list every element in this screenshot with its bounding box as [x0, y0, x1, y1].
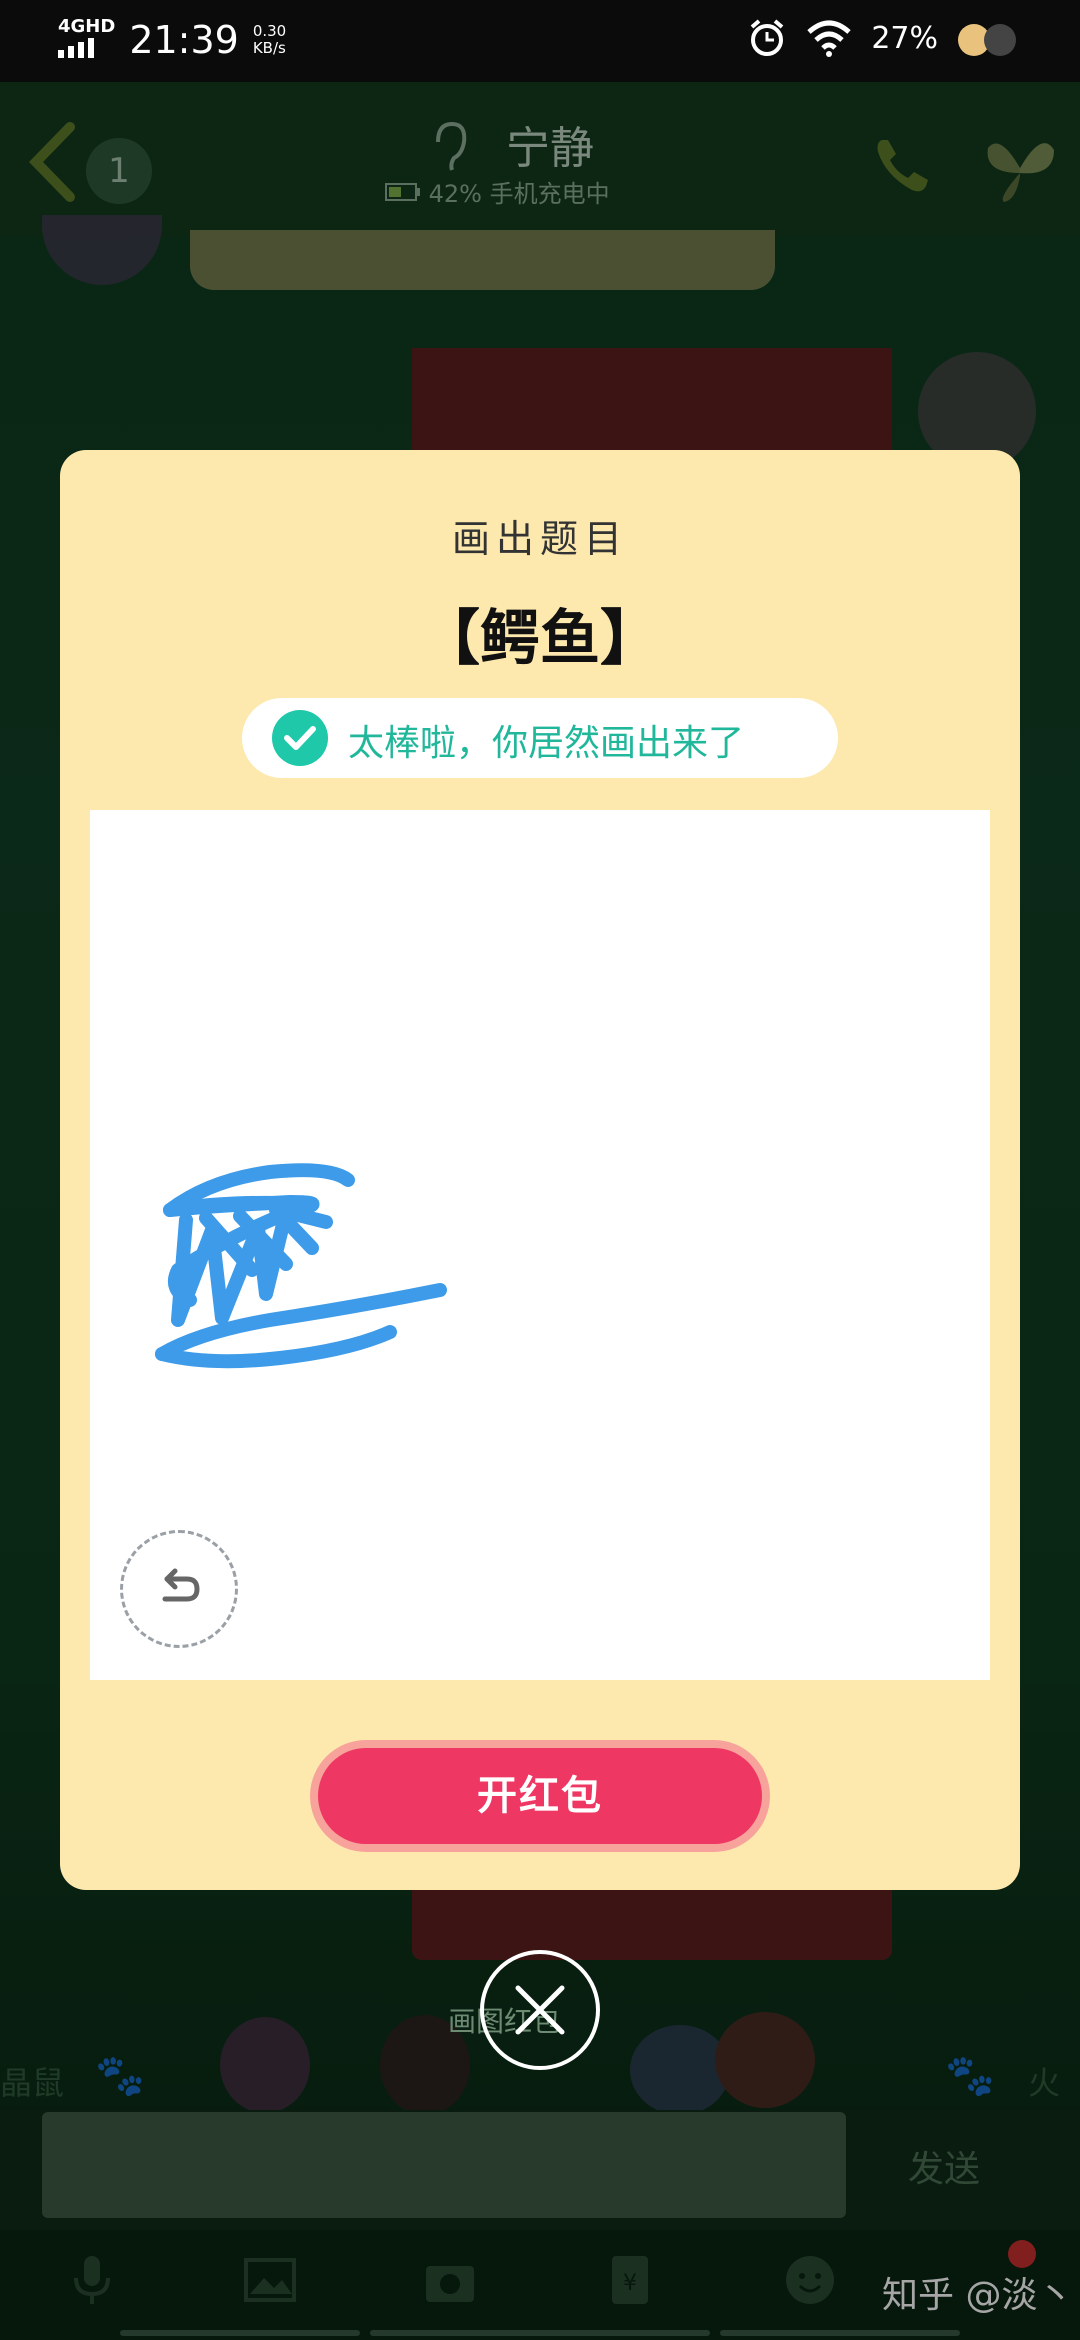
close-icon: [515, 1985, 565, 2035]
check-icon: [272, 710, 328, 766]
battery-percent: 27%: [871, 20, 938, 56]
prompt-word: 【鳄鱼】: [420, 604, 660, 674]
network-speed: 0.30 KB/s: [253, 23, 286, 57]
success-message: 太棒啦，你居然画出来了: [348, 723, 745, 764]
status-left: 4GHD 21:39 0.30 KB/s: [58, 18, 286, 62]
status-bar: 4GHD 21:39 0.30 KB/s 27%: [0, 0, 1080, 82]
speed-value: 0.30: [252, 22, 287, 40]
close-button[interactable]: [480, 1950, 600, 2070]
signal-indicator: 4GHD: [58, 18, 115, 62]
drawing-result-modal: 画出题目 【鳄鱼】 太棒啦，你居然画出来了 开红包: [60, 450, 1020, 1890]
signal-bars-icon: [58, 38, 94, 58]
speed-unit: KB/s: [252, 39, 286, 57]
status-right: 27%: [747, 18, 1020, 58]
modal-title: 画出题目: [451, 517, 628, 561]
alarm-icon: [751, 19, 784, 56]
wifi-icon: [807, 20, 851, 57]
success-banner: 太棒啦，你居然画出来了: [242, 698, 838, 778]
undo-button[interactable]: [120, 1530, 238, 1648]
network-type: 4GHD: [58, 16, 116, 37]
open-red-packet-button[interactable]: 开红包: [318, 1748, 762, 1844]
clock: 21:39: [129, 18, 239, 62]
open-red-packet-button-ring: 开红包: [310, 1740, 770, 1852]
undo-icon: [162, 1568, 200, 1602]
battery-cat-icon: [958, 24, 1016, 56]
drawing-canvas[interactable]: [90, 810, 990, 1680]
